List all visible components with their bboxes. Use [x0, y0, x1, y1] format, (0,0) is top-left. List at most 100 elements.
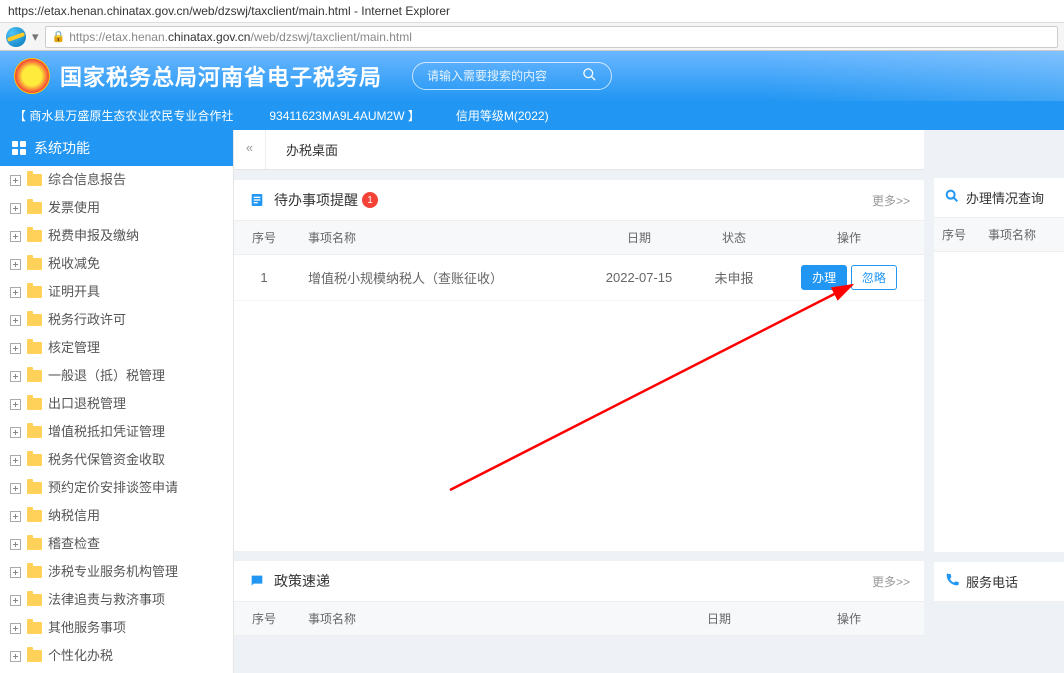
todo-badge: 1: [362, 192, 378, 208]
folder-icon: [27, 482, 42, 494]
dropdown-icon[interactable]: ▾: [32, 29, 39, 45]
news-card: 政策速递 更多>> 序号 事项名称 日期 操作: [234, 561, 924, 636]
sidebar-item-label: 个性化办税: [48, 646, 113, 666]
col-action: 操作: [774, 221, 924, 255]
expand-icon[interactable]: [10, 287, 21, 298]
cell-date: 2022-07-15: [584, 255, 694, 301]
sidebar-item[interactable]: 税务行政许可: [0, 306, 233, 334]
folder-icon: [27, 510, 42, 522]
col-status: 状态: [694, 221, 774, 255]
sidebar-item[interactable]: 一般退（抵）税管理: [0, 362, 233, 390]
expand-icon[interactable]: [10, 371, 21, 382]
sidebar-item[interactable]: 预约定价安排谈签申请: [0, 474, 233, 502]
sidebar-item[interactable]: 证明开具: [0, 278, 233, 306]
expand-icon[interactable]: [10, 455, 21, 466]
phone-title: 服务电话: [966, 572, 1018, 591]
news-more-link[interactable]: 更多>>: [872, 573, 910, 590]
expand-icon[interactable]: [10, 427, 21, 438]
site-header: 国家税务总局河南省电子税务局: [0, 51, 1064, 101]
sidebar-header: 系统功能: [0, 130, 233, 166]
sidebar-item[interactable]: 发票使用: [0, 194, 233, 222]
query-card: 办理情况查询 序号 事项名称: [934, 178, 1064, 552]
expand-icon[interactable]: [10, 511, 21, 522]
sidebar-item-label: 涉税专业服务机构管理: [48, 562, 178, 582]
search-icon[interactable]: [582, 67, 597, 86]
expand-icon[interactable]: [10, 399, 21, 410]
sidebar-item[interactable]: 其他服务事项: [0, 614, 233, 642]
sidebar-item[interactable]: 综合信息报告: [0, 166, 233, 194]
magnify-icon: [944, 188, 960, 207]
expand-icon[interactable]: [10, 203, 21, 214]
col-seq: 序号: [234, 602, 294, 636]
sidebar-item[interactable]: 核定管理: [0, 334, 233, 362]
folder-icon: [27, 538, 42, 550]
todo-body: 序号 事项名称 日期 状态 操作 1 增值税小规模纳税人（查账征收）: [234, 221, 924, 551]
expand-icon[interactable]: [10, 175, 21, 186]
tab-bar: « 办税桌面: [234, 130, 924, 170]
sidebar: 系统功能 综合信息报告发票使用税费申报及缴纳税收减免证明开具税务行政许可核定管理…: [0, 130, 234, 673]
sidebar-item[interactable]: 税收减免: [0, 250, 233, 278]
sidebar-item[interactable]: 个性化办税: [0, 642, 233, 670]
sidebar-item[interactable]: 增值税抵扣凭证管理: [0, 418, 233, 446]
expand-icon[interactable]: [10, 259, 21, 270]
grid-icon: [12, 141, 26, 155]
handle-button[interactable]: 办理: [801, 265, 847, 290]
todo-card: 待办事项提醒 1 更多>> 序号 事项名称 日期 状态 操作: [234, 180, 924, 551]
sidebar-item[interactable]: 稽查检查: [0, 530, 233, 558]
address-bar[interactable]: 🔒 https://etax.henan.chinatax.gov.cn/web…: [45, 26, 1058, 48]
search-box[interactable]: [412, 62, 612, 90]
todo-title: 待办事项提醒: [274, 190, 358, 210]
expand-icon[interactable]: [10, 567, 21, 578]
browser-chrome: https://etax.henan.chinatax.gov.cn/web/d…: [0, 0, 1064, 51]
folder-icon: [27, 230, 42, 242]
expand-icon[interactable]: [10, 483, 21, 494]
lock-icon: 🔒: [52, 30, 66, 43]
sidebar-item-label: 税务代保管资金收取: [48, 450, 165, 470]
expand-icon[interactable]: [10, 651, 21, 662]
query-title: 办理情况查询: [966, 188, 1044, 207]
table-row: 1 增值税小规模纳税人（查账征收） 2022-07-15 未申报 办理 忽略: [234, 255, 924, 301]
expand-icon[interactable]: [10, 623, 21, 634]
list-icon: [248, 191, 266, 209]
expand-icon[interactable]: [10, 231, 21, 242]
sidebar-item[interactable]: 纳税信用: [0, 502, 233, 530]
folder-icon: [27, 258, 42, 270]
folder-icon: [27, 174, 42, 186]
addr-scheme: https://: [69, 30, 105, 44]
col-date: 日期: [664, 602, 774, 636]
ignore-button[interactable]: 忽略: [851, 265, 897, 290]
news-table: 序号 事项名称 日期 操作: [234, 602, 924, 636]
tab-desktop[interactable]: 办税桌面: [266, 130, 358, 169]
company-name: 【 商水县万盛原生态农业农民专业合作社: [14, 107, 233, 124]
sidebar-item[interactable]: 涉税专业服务机构管理: [0, 558, 233, 586]
expand-icon[interactable]: [10, 343, 21, 354]
folder-icon: [27, 594, 42, 606]
query-body: [934, 252, 1064, 552]
expand-icon[interactable]: [10, 539, 21, 550]
expand-icon[interactable]: [10, 315, 21, 326]
collapse-sidebar-button[interactable]: «: [234, 130, 266, 169]
title-url: https://etax.henan.chinatax.gov.cn/web/d…: [8, 4, 351, 18]
folder-icon: [27, 202, 42, 214]
expand-icon[interactable]: [10, 595, 21, 606]
ie-icon: [6, 27, 26, 47]
sidebar-item[interactable]: 税费申报及缴纳: [0, 222, 233, 250]
sidebar-item[interactable]: 法律追责与救济事项: [0, 586, 233, 614]
table-header-row: 序号 事项名称 日期 操作: [234, 602, 924, 636]
sidebar-item-label: 发票使用: [48, 198, 100, 218]
content-main: « 办税桌面 待办事项提醒 1 更多>> 序号: [234, 130, 924, 673]
sidebar-item[interactable]: 出口退税管理: [0, 390, 233, 418]
todo-more-link[interactable]: 更多>>: [872, 192, 910, 209]
col-name: 事项名称: [294, 221, 584, 255]
folder-icon: [27, 566, 42, 578]
sidebar-item-label: 预约定价安排谈签申请: [48, 478, 178, 498]
sidebar-item-label: 一般退（抵）税管理: [48, 366, 165, 386]
col-name: 事项名称: [974, 218, 1064, 252]
search-input[interactable]: [427, 69, 582, 83]
folder-icon: [27, 454, 42, 466]
address-text: https://etax.henan.chinatax.gov.cn/web/d…: [69, 30, 412, 44]
news-card-header: 政策速递 更多>>: [234, 561, 924, 602]
sidebar-item[interactable]: 税务代保管资金收取: [0, 446, 233, 474]
col-seq: 序号: [934, 218, 974, 252]
query-card-header: 办理情况查询: [934, 178, 1064, 218]
